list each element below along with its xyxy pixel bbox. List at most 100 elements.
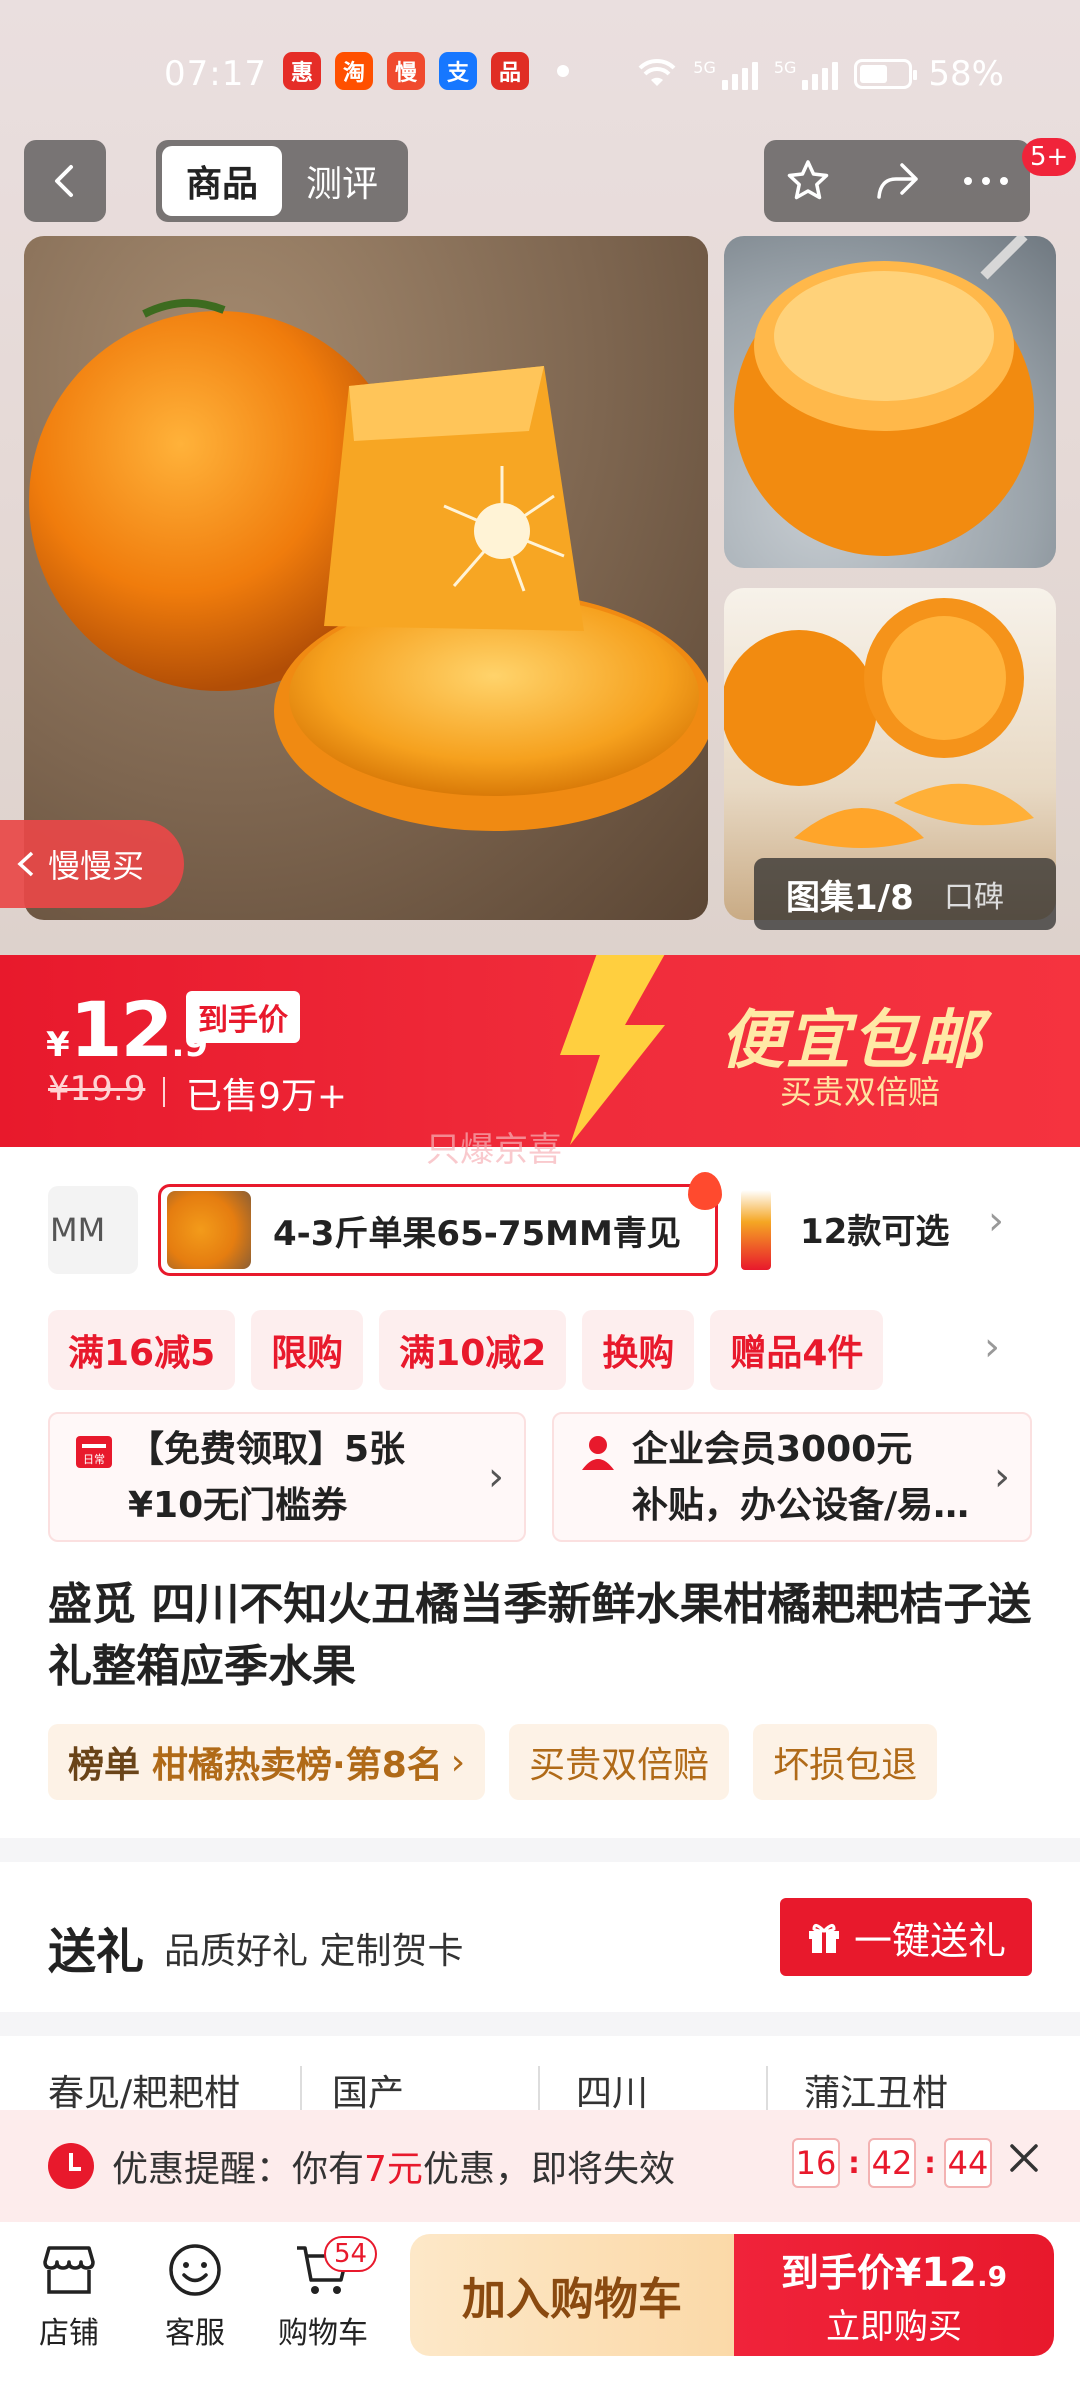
share-button[interactable] — [872, 157, 922, 205]
chevron-left-icon — [55, 165, 73, 197]
attribute-value: 国产 — [332, 2073, 405, 2114]
page-tabs: 商品 测评 — [156, 140, 408, 222]
send-gift-label: 一键送礼 — [853, 1918, 1006, 1963]
section-divider — [0, 1838, 1080, 1862]
promo-tag[interactable]: 换购 — [582, 1310, 695, 1390]
coupon-card-enterprise[interactable]: 企业会员3000元 补贴，办公设备/易… › — [552, 1412, 1032, 1542]
promo-tag[interactable]: 限购 — [251, 1310, 364, 1390]
gallery-count: 图集1/8 — [786, 877, 914, 918]
close-icon — [1010, 2144, 1038, 2172]
alipay-icon: 支 — [439, 52, 477, 90]
price-display: ¥ 12 .9 — [46, 985, 208, 1074]
return-badge[interactable]: 坏损包退 — [753, 1724, 938, 1800]
product-badges: 榜单 柑橘热卖榜·第8名 › 买贵双倍赔 坏损包退 — [48, 1724, 938, 1800]
guarantee-badge[interactable]: 买贵双倍赔 — [509, 1724, 730, 1800]
share-icon — [877, 163, 918, 199]
tab-product[interactable]: 商品 — [162, 146, 282, 216]
price-integer: 12 — [69, 985, 174, 1074]
timer-minutes: 42 — [868, 2138, 916, 2188]
variant-next-thumbnail[interactable] — [741, 1190, 771, 1270]
product-attributes[interactable]: 春见/耙耙柑 国产 四川 蒲江丑柑 — [0, 2036, 1080, 2116]
signal-icon-2: 5G — [774, 58, 839, 90]
favorite-button[interactable] — [784, 157, 832, 205]
back-button[interactable] — [24, 140, 106, 222]
cart-count-badge: 54 — [324, 2236, 378, 2272]
attribute-divider — [538, 2066, 540, 2116]
promo-tag[interactable]: 赠品4件 — [710, 1310, 884, 1390]
thumbnail-image-1[interactable] — [724, 236, 1056, 568]
reminder-amount: 7元 — [364, 2149, 423, 2190]
lightning-icon — [560, 955, 665, 1145]
price-banner: ¥ 12 .9 到手价 ¥19.9 已售9万+ 便宜包邮 买贵双倍赔 — [0, 955, 1080, 1147]
gift-icon — [808, 1924, 839, 1953]
reviews-tab[interactable]: 口碑 — [944, 872, 1004, 916]
battery-percent: 58% — [928, 54, 1004, 94]
status-right: 5G 5G 58% — [637, 54, 1004, 94]
attribute-value: 四川 — [576, 2073, 649, 2114]
notification-dot-icon — [557, 65, 569, 77]
final-price-tag: 到手价 — [186, 991, 300, 1043]
gallery-counter[interactable]: 图集1/8 口碑 — [754, 858, 1056, 930]
wifi-icon — [638, 58, 676, 86]
coupon-card-free[interactable]: 日常 【免费领取】5张 ¥10无门槛券 › — [48, 1412, 526, 1542]
variant-selector: MM 4-3斤单果65-75MM青见 12款可选 › — [48, 1172, 1080, 1280]
product-title: 盛觅 四川不知火丑橘当季新鲜水果柑橘耙耙桔子送礼整箱应季水果 — [48, 1579, 1032, 1692]
product-gallery-zone: 07:17 惠 淘 慢 支 品 5G 5G 58% 商品 测评 5+ 慢慢买 图… — [0, 0, 1080, 955]
discount-reminder[interactable]: 优惠提醒：你有7元优惠，即将失效 16 : 42 : 44 — [0, 2110, 1080, 2222]
cart-label: 购物车 — [278, 2316, 368, 2351]
chevron-left-icon — [17, 851, 34, 877]
promo-tags: 满16减5 限购 满10减2 换购 赠品4件 — [48, 1310, 884, 1390]
message-count-badge: 5+ — [1022, 138, 1077, 176]
chevron-right-icon: › — [450, 1741, 466, 1783]
slow-buy-button[interactable]: 慢慢买 — [0, 820, 184, 908]
send-gift-button[interactable]: 一键送礼 — [780, 1898, 1032, 1976]
user-icon — [582, 1436, 614, 1470]
attribute-value: 春见/耙耙柑 — [48, 2073, 241, 2114]
variant-thumbnail — [167, 1191, 251, 1269]
close-reminder-button[interactable] — [1004, 2134, 1044, 2190]
status-app-icons: 惠 淘 慢 支 品 — [283, 52, 569, 90]
battery-icon — [854, 59, 918, 89]
manman-icon: 慢 — [387, 52, 425, 90]
chevron-right-icon[interactable]: › — [988, 1198, 1004, 1244]
promo-tag[interactable]: 满10减2 — [379, 1310, 567, 1390]
jingxi-watermark: 只爆京喜 — [426, 1130, 562, 1170]
orange-cup-photo — [734, 236, 1034, 556]
top-actions — [764, 140, 1030, 222]
price-currency: ¥ — [46, 1025, 70, 1065]
coupon-line-1: 【免费领取】5张 — [128, 1429, 406, 1470]
status-bar: 07:17 惠 淘 慢 支 品 5G 5G 58% — [0, 40, 1080, 110]
price-divider — [163, 1077, 165, 1107]
coupon-line-1: 企业会员3000元 — [632, 1429, 913, 1470]
rank-label: 榜单 — [68, 1745, 141, 1786]
promo-tag[interactable]: 满16减5 — [48, 1310, 236, 1390]
store-icon — [43, 2246, 95, 2294]
customer-service-button[interactable]: 客服 — [140, 2240, 250, 2352]
main-product-image[interactable] — [24, 236, 708, 920]
app-icon-1: 惠 — [283, 52, 321, 90]
orange-photo — [29, 298, 708, 831]
rank-value: 柑橘热卖榜·第8名 — [152, 1745, 443, 1786]
timer-seconds: 44 — [944, 2138, 992, 2188]
countdown-timer: 16 : 42 : 44 — [792, 2138, 992, 2188]
hot-flame-icon — [688, 1172, 722, 1210]
buy-now-button[interactable]: 到手价¥12.9 立即购买 — [734, 2234, 1054, 2356]
rank-badge[interactable]: 榜单 柑橘热卖榜·第8名 › — [48, 1724, 486, 1800]
variant-count[interactable]: 12款可选 — [800, 1204, 949, 1253]
add-to-cart-button[interactable]: 加入购物车 — [410, 2234, 734, 2356]
store-button[interactable]: 店铺 — [14, 2240, 124, 2352]
attribute-divider — [766, 2066, 768, 2116]
more-icon — [964, 177, 1008, 185]
more-button[interactable] — [962, 175, 1010, 187]
signal-icon-1: 5G — [693, 58, 758, 90]
variant-selected[interactable]: 4-3斤单果65-75MM青见 — [158, 1184, 718, 1276]
variant-prev[interactable]: MM — [48, 1186, 138, 1274]
chevron-right-icon: › — [488, 1454, 504, 1500]
reminder-text: 优惠提醒：你有7元优惠，即将失效 — [112, 2149, 675, 2190]
status-time: 07:17 — [164, 54, 267, 94]
service-label: 客服 — [165, 2316, 225, 2351]
battery-level — [860, 65, 888, 83]
chevron-right-icon[interactable]: › — [984, 1324, 1000, 1370]
tab-review[interactable]: 测评 — [282, 146, 402, 216]
coupon-line-2: 补贴，办公设备/易… — [632, 1485, 970, 1526]
